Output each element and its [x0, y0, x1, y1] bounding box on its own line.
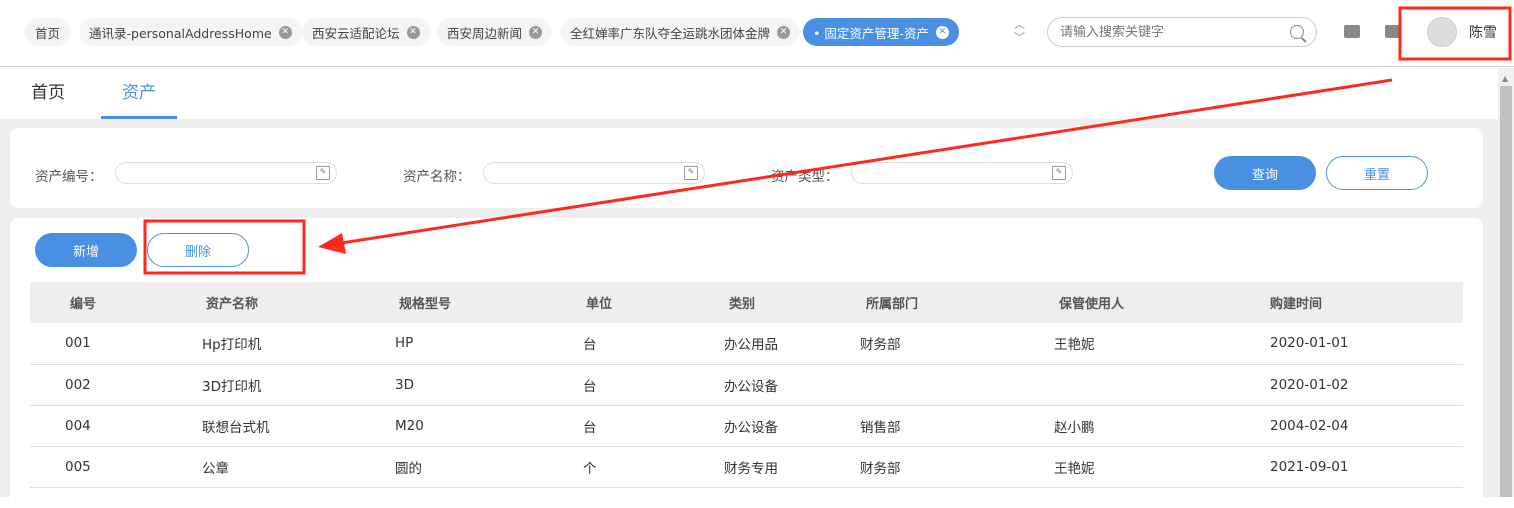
table-cell: 2020-01-01 [1245, 323, 1463, 365]
edit-icon: ✎ [684, 166, 698, 180]
table-row[interactable]: 004 联想台式机 M20 台办公设备 销售部 赵小鹏 2004-02-04 [30, 405, 1463, 447]
table-row[interactable]: 001 Hp打印机 HP 台办公用品 财务部 王艳妮 2020-01-01 [30, 323, 1463, 365]
table-cell [1024, 364, 1245, 406]
subtab-asset[interactable]: 资产 [101, 68, 177, 119]
table-row[interactable]: 005 公章 圆的个财务专用 财务部 王艳妮 2021-09-01 [30, 446, 1463, 488]
table-cell: 财务部 [830, 446, 1024, 488]
close-icon[interactable]: ✕ [777, 25, 791, 39]
search-input[interactable] [1060, 24, 1290, 40]
user-menu[interactable]: 陈雪 [1427, 17, 1497, 47]
col-header: 规格型号 [365, 282, 559, 323]
asset-name-label: 资产名称： [403, 169, 471, 185]
table-cell [830, 364, 1024, 406]
table-cell: 3D [365, 364, 559, 406]
asset-type-input[interactable]: ✎ [851, 162, 1073, 184]
table-row[interactable]: 002 3D打印机 3D 台办公设备 2020-01-02 [30, 364, 1463, 406]
asset-name-input[interactable]: ✎ [483, 162, 705, 184]
table-header: 编号 资产名称 规格型号 单位 类别 所属部门 保管使用人 购建时间 [30, 282, 1463, 323]
table-cell: 圆的 [365, 446, 559, 488]
col-header: 资产名称 [172, 282, 365, 323]
tab-forum[interactable]: 西安云适配论坛 ✕ [302, 18, 430, 46]
asset-table: 编号 资产名称 规格型号 单位 类别 所属部门 保管使用人 购建时间 001 Hp… [30, 282, 1463, 488]
edit-icon: ✎ [316, 166, 330, 180]
tab-sports[interactable]: 全红婵率广东队夺全运跳水团体金牌 ✕ [560, 18, 801, 46]
table-cell: HP [365, 323, 559, 365]
tab-label: 首页 [35, 25, 61, 41]
table-cell: 联想台式机 [172, 405, 365, 447]
table-cell: 台 [559, 405, 694, 447]
table-cell: M20 [365, 405, 559, 447]
tab-news[interactable]: 西安周边新闻 ✕ [437, 18, 553, 46]
tab-label: 全红婵率广东队夺全运跳水团体金牌 [570, 25, 771, 41]
col-header: 类别 [694, 282, 830, 323]
col-header: 单位 [559, 282, 694, 323]
skin-icon[interactable] [1385, 25, 1401, 38]
tab-label: • 固定资产管理-资产 [813, 25, 929, 41]
search-box [1047, 17, 1317, 47]
delete-button[interactable]: 删除 [147, 233, 249, 267]
table-cell: 财务专用 [694, 446, 830, 488]
table-cell: 王艳妮 [1024, 323, 1245, 365]
tab-label: 西安云适配论坛 [312, 25, 400, 41]
scrollbar-thumb[interactable] [1500, 86, 1512, 497]
scroll-tabs-icon[interactable]: ︿ ﹀ [1014, 18, 1025, 44]
close-icon[interactable]: ✕ [529, 25, 543, 39]
table-cell: 销售部 [830, 405, 1024, 447]
table-cell: 004 [30, 405, 172, 447]
query-button[interactable]: 查询 [1214, 156, 1316, 190]
table-cell: 赵小鹏 [1024, 405, 1245, 447]
asset-no-input[interactable]: ✎ [115, 162, 337, 184]
col-header: 购建时间 [1245, 282, 1463, 323]
subtab-home[interactable]: 首页 [20, 68, 76, 119]
scrollbar[interactable]: ▲ [1498, 68, 1514, 497]
col-header: 所属部门 [830, 282, 1024, 323]
table-cell: 办公用品 [694, 323, 830, 365]
close-icon[interactable]: ✕ [278, 25, 292, 39]
tab-label: 西安周边新闻 [447, 25, 523, 41]
tab-asset-management[interactable]: • 固定资产管理-资产 ✕ [803, 18, 959, 46]
table-cell: 办公设备 [694, 364, 830, 406]
table-cell: 2020-01-02 [1245, 364, 1463, 406]
table-cell: 王艳妮 [1024, 446, 1245, 488]
table-cell: 005 [30, 446, 172, 488]
col-header: 编号 [30, 282, 172, 323]
close-icon[interactable]: ✕ [406, 25, 420, 39]
asset-type-label: 资产类型： [771, 169, 839, 185]
table-cell: 001 [30, 323, 172, 365]
tab-label: 通讯录-personalAddressHome [89, 25, 272, 41]
top-bar: 首页 通讯录-personalAddressHome ✕ 西安云适配论坛 ✕ 西安周… [0, 0, 1514, 67]
table-cell: 3D打印机 [172, 364, 365, 406]
col-header: 保管使用人 [1024, 282, 1245, 323]
table-cell: 台 [559, 364, 694, 406]
table-cell: Hp打印机 [172, 323, 365, 365]
table-cell: 2004-02-04 [1245, 405, 1463, 447]
table-cell: 公章 [172, 446, 365, 488]
edit-icon: ✎ [1052, 166, 1066, 180]
sub-tabs: 首页 资产 [0, 68, 1498, 119]
table-cell: 台 [559, 323, 694, 365]
avatar [1427, 17, 1457, 47]
asset-no-label: 资产编号： [35, 169, 103, 185]
table-cell: 财务部 [830, 323, 1024, 365]
table-cell: 办公设备 [694, 405, 830, 447]
scroll-up-icon[interactable]: ▲ [1502, 74, 1508, 83]
tab-address[interactable]: 通讯录-personalAddressHome ✕ [79, 18, 302, 46]
table-cell: 2021-09-01 [1245, 446, 1463, 488]
message-icon[interactable] [1344, 25, 1360, 38]
search-icon[interactable] [1290, 25, 1304, 39]
table-cell: 002 [30, 364, 172, 406]
user-name: 陈雪 [1469, 25, 1497, 41]
tab-home[interactable]: 首页 [25, 18, 71, 46]
add-button[interactable]: 新增 [35, 233, 137, 267]
reset-button[interactable]: 重置 [1326, 156, 1428, 190]
table-cell: 个 [559, 446, 694, 488]
close-icon[interactable]: ✕ [935, 25, 949, 39]
